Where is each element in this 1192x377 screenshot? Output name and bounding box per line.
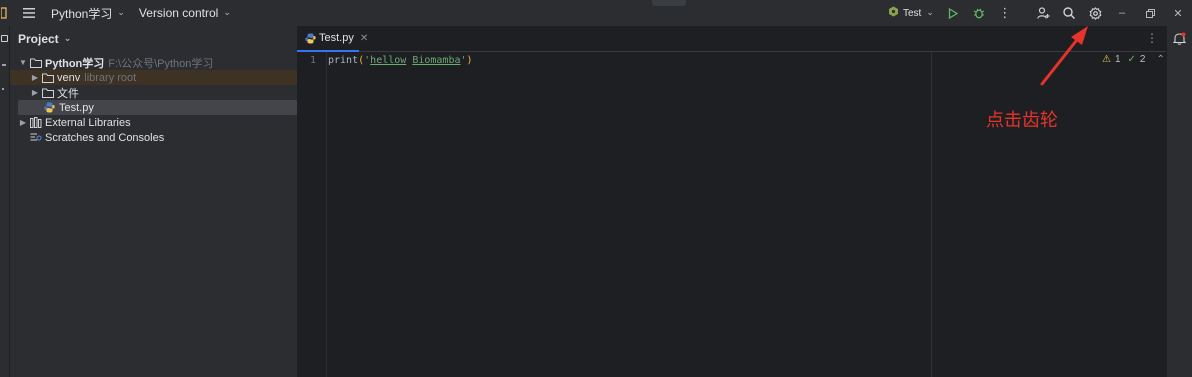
collapsed-arrow-icon[interactable]: ▶ [18, 118, 28, 127]
app-logo-icon [0, 0, 8, 26]
chevron-down-icon: ⌄ [63, 32, 72, 43]
run-config-selector[interactable]: Test ⌄ [888, 0, 934, 26]
scratches-icon [29, 132, 42, 144]
close-icon[interactable]: ✕ [1164, 0, 1192, 26]
tree-item-hint: library root [84, 71, 137, 84]
project-panel-header[interactable]: Project ⌄ [10, 26, 297, 52]
notifications-icon[interactable] [1172, 32, 1187, 48]
library-icon [29, 117, 42, 129]
vcs-label: Version control [138, 6, 219, 20]
structure-tool-icon[interactable] [2, 64, 6, 66]
run-icon[interactable] [940, 0, 966, 26]
line-gutter: 1 [297, 52, 327, 377]
line-number: 1 [309, 55, 316, 66]
project-name: Python学习 [51, 6, 113, 21]
chevron-down-icon: ⌄ [117, 6, 125, 17]
project-switcher[interactable]: Python学习 ⌄ [51, 0, 125, 26]
editor-tab-bar: Test.py ✕ ⋮ [297, 26, 1166, 52]
tree-item-label: Test.py [59, 101, 94, 114]
left-tool-strip [0, 26, 10, 377]
tree-item-label: External Libraries [45, 116, 131, 129]
tab-test-py[interactable]: Test.py ✕ [297, 26, 368, 52]
warning-icon: ⚠ [1102, 54, 1111, 65]
main-menu-icon[interactable] [16, 0, 42, 26]
tree-item-label: Python学习 [45, 57, 105, 70]
code-string-word1: hellow [370, 55, 407, 66]
tree-item-scratches[interactable]: Scratches and Consoles [10, 130, 297, 145]
project-tool-icon[interactable] [1, 35, 8, 42]
folder-icon [41, 72, 54, 84]
title-bar: Python学习 ⌄ Version control ⌄ Test ⌄ ⋮ – … [0, 0, 1192, 26]
annotation-label: 点击齿轮 [986, 110, 1058, 131]
tree-item-venv[interactable]: ▶ venv library root [10, 70, 297, 85]
tree-item-project-root[interactable]: ▼ Python学习 F:\公众号\Python学习 [10, 55, 297, 70]
collapsed-arrow-icon[interactable]: ▶ [30, 73, 40, 82]
project-panel: Project ⌄ ▼ Python学习 F:\公众号\Python学习 ▶ v… [10, 26, 297, 377]
code-paren-close: ) [466, 55, 473, 66]
add-user-icon[interactable] [1030, 0, 1056, 26]
check-icon: ✓ [1127, 54, 1136, 65]
prev-highlight-icon[interactable]: ⌃ [1156, 54, 1164, 65]
python-config-icon [888, 6, 899, 20]
editor-area: Test.py ✕ ⋮ 1 print('hellow Biomamba') ⚠… [297, 26, 1181, 377]
run-config-label: Test [903, 7, 922, 19]
code-line[interactable]: print('hellow Biomamba') [328, 55, 473, 66]
restore-icon[interactable] [1136, 0, 1164, 26]
folder-icon [41, 87, 54, 99]
code-function: print [328, 55, 359, 66]
expanded-arrow-icon[interactable]: ▼ [18, 58, 28, 67]
code-string-word2: Biomamba [412, 55, 461, 66]
python-file-icon [43, 102, 56, 114]
tree-item-label: venv [57, 71, 81, 84]
right-tool-strip [1166, 26, 1192, 377]
project-panel-title: Project [18, 32, 59, 46]
minimize-icon[interactable]: – [1108, 0, 1136, 26]
tree-item-test-py[interactable]: Test.py [18, 100, 297, 115]
tree-item-files-folder[interactable]: ▶ 文件 [10, 85, 297, 100]
chevron-down-icon: ⌄ [223, 6, 231, 17]
search-icon[interactable] [1056, 0, 1082, 26]
python-file-icon [305, 32, 316, 44]
collapsed-arrow-icon[interactable]: ▶ [30, 88, 40, 97]
tab-label: Test.py [319, 32, 354, 44]
right-margin-guide [931, 52, 932, 377]
more-actions-icon[interactable]: ⋮ [992, 0, 1018, 26]
bookmarks-tool-icon[interactable] [2, 88, 4, 90]
tree-item-label: Scratches and Consoles [45, 131, 165, 144]
window-notch [652, 0, 686, 6]
folder-icon [29, 57, 42, 69]
gear-icon[interactable] [1082, 0, 1108, 26]
tree-item-external-libraries[interactable]: ▶ External Libraries [10, 115, 297, 130]
close-tab-icon[interactable]: ✕ [360, 33, 368, 44]
tab-options-icon[interactable]: ⋮ [1146, 31, 1158, 45]
chevron-down-icon: ⌄ [926, 6, 934, 17]
check-count: 2 [1139, 54, 1146, 65]
tree-item-label: 文件 [57, 87, 79, 100]
debug-icon[interactable] [966, 0, 992, 26]
tree-item-path: F:\公众号\Python学习 [108, 57, 214, 70]
warning-count: 1 [1114, 54, 1121, 65]
vcs-menu[interactable]: Version control ⌄ [139, 0, 231, 26]
